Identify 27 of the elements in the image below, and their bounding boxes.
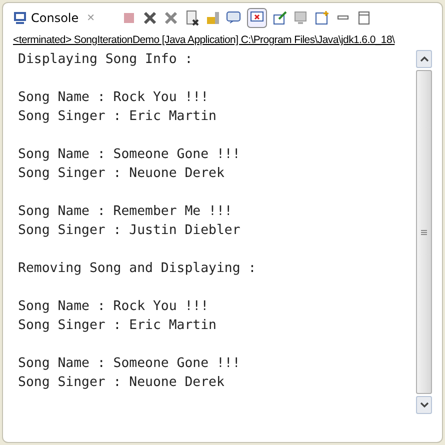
scrollbar-thumb[interactable] (416, 70, 432, 394)
grip-icon (421, 230, 427, 234)
console-line: Song Name : Someone Gone !!! (18, 146, 242, 164)
edit-icon[interactable] (272, 10, 288, 26)
console-line: Song Name : Someone Gone !!! (18, 355, 242, 373)
console-line: Song Singer : Justin Diebler (18, 222, 242, 240)
remove-icon[interactable] (142, 10, 158, 26)
scroll-up-button[interactable] (416, 50, 432, 68)
console-line: Song Singer : Eric Martin (18, 108, 218, 126)
caret-down-icon (420, 402, 428, 408)
console-line: Song Name : Rock You !!! (18, 89, 210, 107)
maximize-icon[interactable] (356, 10, 372, 26)
console-line: Song Name : Remember Me !!! (18, 203, 234, 221)
status-line: <terminated> SongIterationDemo [Java Application] C:\Program Files\Java\jdk1.6.0_18\ (12, 33, 396, 48)
monitor-icon (13, 11, 27, 25)
console-line: Displaying Song Info : (18, 51, 194, 69)
console-line: Removing Song and Displaying : (18, 260, 258, 278)
console-line: Song Name : Rock You !!! (18, 298, 210, 316)
console-tab[interactable]: Console ✕ (9, 9, 100, 27)
console-line: Song Singer : Eric Martin (18, 317, 218, 335)
scroll-down-button[interactable] (416, 396, 432, 414)
remove-all-icon[interactable] (163, 10, 180, 26)
clear-console-icon[interactable] (184, 10, 200, 26)
console-line: Song Singer : Neuone Derek (18, 374, 226, 392)
caret-up-icon (420, 56, 428, 62)
console-line: Song Singer : Neuone Derek (18, 165, 226, 183)
new-console-icon[interactable] (314, 10, 330, 26)
